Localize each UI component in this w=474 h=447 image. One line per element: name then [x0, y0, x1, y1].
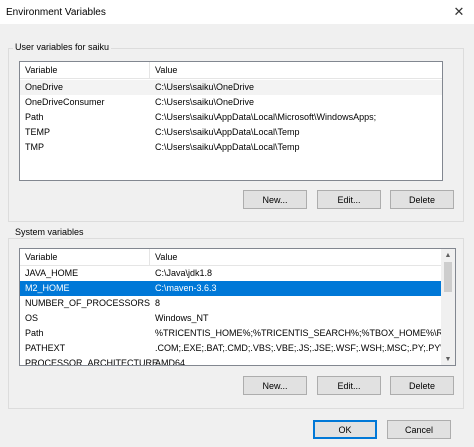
close-icon[interactable]: ✕	[444, 0, 474, 24]
user-delete-button[interactable]: Delete	[390, 190, 454, 209]
table-row[interactable]: NUMBER_OF_PROCESSORS 8	[20, 296, 441, 311]
scroll-down-icon[interactable]: ▼	[441, 353, 455, 365]
user-new-button[interactable]: New...	[243, 190, 307, 209]
table-row[interactable]: TMP C:\Users\saiku\AppData\Local\Temp	[20, 140, 442, 155]
table-row[interactable]: OneDrive C:\Users\saiku\OneDrive	[20, 80, 442, 95]
user-variables-list[interactable]: Variable Value OneDrive C:\Users\saiku\O…	[19, 61, 443, 181]
variable-name: Path	[25, 328, 44, 338]
system-edit-button[interactable]: Edit...	[317, 376, 381, 395]
title-bar: Environment Variables ✕	[0, 0, 474, 24]
variable-name: OS	[25, 313, 39, 323]
scroll-up-icon[interactable]: ▲	[441, 249, 455, 261]
variable-name: Path	[25, 112, 44, 122]
variable-name: TMP	[25, 142, 44, 152]
table-row[interactable]: OneDriveConsumer C:\Users\saiku\OneDrive	[20, 95, 442, 110]
table-row-selected[interactable]: M2_HOME C:\maven-3.6.3	[20, 281, 441, 296]
table-row[interactable]: TEMP C:\Users\saiku\AppData\Local\Temp	[20, 125, 442, 140]
variable-value: C:\Users\saiku\AppData\Local\Microsoft\W…	[155, 112, 377, 122]
column-header-variable[interactable]: Variable	[25, 65, 57, 75]
variable-name: OneDrive	[25, 82, 64, 92]
variable-value: AMD64	[155, 358, 186, 366]
table-row[interactable]: Path %TRICENTIS_HOME%;%TRICENTIS_SEARCH%…	[20, 326, 455, 341]
variable-value: 8	[155, 298, 161, 308]
variable-value: .COM;.EXE;.BAT;.CMD;.VBS;.VBE;.JS;.JSE;.…	[155, 343, 449, 353]
table-row[interactable]: OS Windows_NT	[20, 311, 441, 326]
variable-value: C:\Users\saiku\OneDrive	[155, 97, 255, 107]
table-row[interactable]: JAVA_HOME C:\Java\jdk1.8	[20, 266, 441, 281]
user-variables-label: User variables for saiku	[13, 42, 112, 52]
column-header-variable[interactable]: Variable	[25, 252, 57, 262]
variable-value: C:\maven-3.6.3	[155, 283, 217, 293]
variable-name: JAVA_HOME	[25, 268, 79, 278]
variable-value: C:\Users\saiku\AppData\Local\Temp	[155, 142, 300, 152]
variable-value: C:\Users\saiku\OneDrive	[155, 82, 255, 92]
user-edit-button[interactable]: Edit...	[317, 190, 381, 209]
variable-value: C:\Users\saiku\AppData\Local\Temp	[155, 127, 300, 137]
variable-name: TEMP	[25, 127, 51, 137]
column-header-value[interactable]: Value	[155, 65, 177, 75]
variable-value: Windows_NT	[155, 313, 209, 323]
variable-name: M2_HOME	[25, 283, 70, 293]
vertical-scrollbar[interactable]: ▲ ▼	[441, 249, 455, 365]
column-header-value[interactable]: Value	[155, 252, 177, 262]
scroll-thumb[interactable]	[444, 262, 452, 292]
system-delete-button[interactable]: Delete	[390, 376, 454, 395]
system-variables-label: System variables	[13, 227, 86, 237]
system-new-button[interactable]: New...	[243, 376, 307, 395]
variable-value: %TRICENTIS_HOME%;%TRICENTIS_SEARCH%;%TBO…	[155, 328, 456, 338]
cancel-button[interactable]: Cancel	[387, 420, 451, 439]
table-row[interactable]: PATHEXT .COM;.EXE;.BAT;.CMD;.VBS;.VBE;.J…	[20, 341, 449, 356]
table-row[interactable]: PROCESSOR_ARCHITECTURE AMD64	[20, 356, 441, 366]
ok-button[interactable]: OK	[313, 420, 377, 439]
system-list-header: Variable Value	[20, 249, 441, 266]
variable-name: PROCESSOR_ARCHITECTURE	[25, 358, 159, 366]
variable-value: C:\Java\jdk1.8	[155, 268, 213, 278]
system-variables-list[interactable]: Variable Value JAVA_HOME C:\Java\jdk1.8 …	[19, 248, 456, 366]
variable-name: PATHEXT	[25, 343, 66, 353]
variable-name: OneDriveConsumer	[25, 97, 105, 107]
window-title: Environment Variables	[6, 7, 106, 18]
user-list-header: Variable Value	[20, 62, 442, 79]
table-row[interactable]: Path C:\Users\saiku\AppData\Local\Micros…	[20, 110, 442, 125]
variable-name: NUMBER_OF_PROCESSORS	[25, 298, 151, 308]
